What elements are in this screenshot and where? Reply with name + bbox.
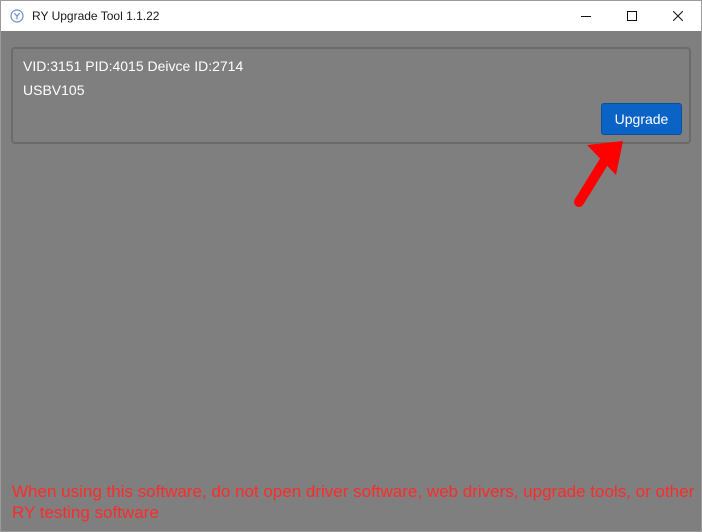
close-icon [673, 11, 683, 21]
app-logo-icon [10, 9, 24, 23]
minimize-icon [581, 11, 591, 21]
warning-text: When using this software, do not open dr… [12, 482, 695, 522]
main-content: VID:3151 PID:4015 Deivce ID:2714 USBV105… [1, 31, 701, 531]
device-panel: VID:3151 PID:4015 Deivce ID:2714 USBV105… [11, 47, 691, 144]
close-button[interactable] [655, 1, 701, 31]
app-window: RY Upgrade Tool 1.1.22 VID:3151 PID:4015… [0, 0, 702, 532]
red-arrow-icon [561, 131, 631, 211]
device-id-text: VID:3151 PID:4015 Deivce ID:2714 [23, 58, 244, 74]
maximize-button[interactable] [609, 1, 655, 31]
minimize-button[interactable] [563, 1, 609, 31]
device-name-text: USBV105 [23, 82, 85, 98]
window-title: RY Upgrade Tool 1.1.22 [32, 9, 160, 23]
maximize-icon [627, 11, 637, 21]
title-bar[interactable]: RY Upgrade Tool 1.1.22 [1, 1, 701, 31]
